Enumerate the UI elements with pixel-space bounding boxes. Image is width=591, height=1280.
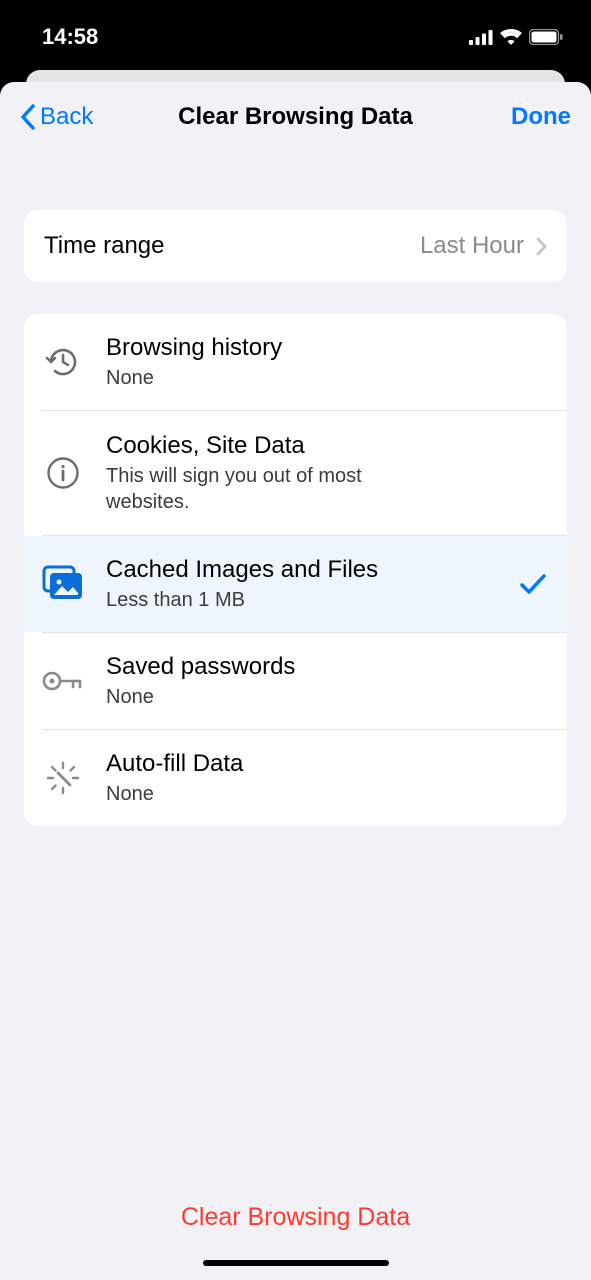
info-icon [42, 452, 84, 494]
option-subtitle: None [106, 781, 547, 807]
time-range-label: Time range [44, 232, 165, 260]
time-range-group: Time range Last Hour [24, 210, 567, 282]
option-title: Cached Images and Files [106, 555, 511, 585]
key-icon [42, 660, 84, 702]
option-title: Saved passwords [106, 652, 547, 682]
status-icons [469, 29, 563, 45]
history-icon [42, 341, 84, 383]
cellular-icon [469, 30, 493, 45]
option-browsing-history[interactable]: Browsing history None [24, 314, 567, 410]
time-range-value-wrap: Last Hour [420, 232, 547, 260]
modal-sheet: Back Clear Browsing Data Done Time range… [0, 82, 591, 1280]
autofill-icon [42, 757, 84, 799]
option-title: Cookies, Site Data [106, 431, 547, 461]
options-group: Browsing history None Cookies, Site Data… [24, 314, 567, 826]
status-time: 14:58 [42, 24, 98, 50]
option-autofill[interactable]: Auto-fill Data None [24, 730, 567, 826]
footer: Clear Browsing Data [0, 1187, 591, 1280]
option-title: Browsing history [106, 333, 547, 363]
option-subtitle: Less than 1 MB [106, 587, 511, 613]
option-cached-images[interactable]: Cached Images and Files Less than 1 MB [24, 536, 567, 632]
back-button[interactable]: Back [20, 103, 93, 131]
chevron-left-icon [20, 104, 36, 130]
time-range-value: Last Hour [420, 232, 524, 260]
option-title: Auto-fill Data [106, 749, 547, 779]
wifi-icon [500, 29, 522, 45]
time-range-row[interactable]: Time range Last Hour [24, 210, 567, 282]
option-saved-passwords[interactable]: Saved passwords None [24, 633, 567, 729]
content-area: Time range Last Hour [0, 152, 591, 1280]
option-subtitle: None [106, 684, 547, 710]
battery-icon [529, 29, 563, 45]
clear-browsing-data-button[interactable]: Clear Browsing Data [0, 1187, 591, 1260]
chevron-right-icon [536, 237, 547, 256]
images-icon [42, 563, 84, 605]
nav-bar: Back Clear Browsing Data Done [0, 82, 591, 152]
done-button[interactable]: Done [511, 103, 571, 131]
home-indicator[interactable] [203, 1260, 389, 1266]
option-cookies[interactable]: Cookies, Site Data This will sign you ou… [24, 411, 567, 535]
checkmark-icon [519, 573, 547, 595]
status-bar: 14:58 [0, 0, 591, 58]
option-subtitle: This will sign you out of most websites. [106, 463, 366, 515]
option-subtitle: None [106, 365, 547, 391]
back-label: Back [40, 103, 93, 131]
